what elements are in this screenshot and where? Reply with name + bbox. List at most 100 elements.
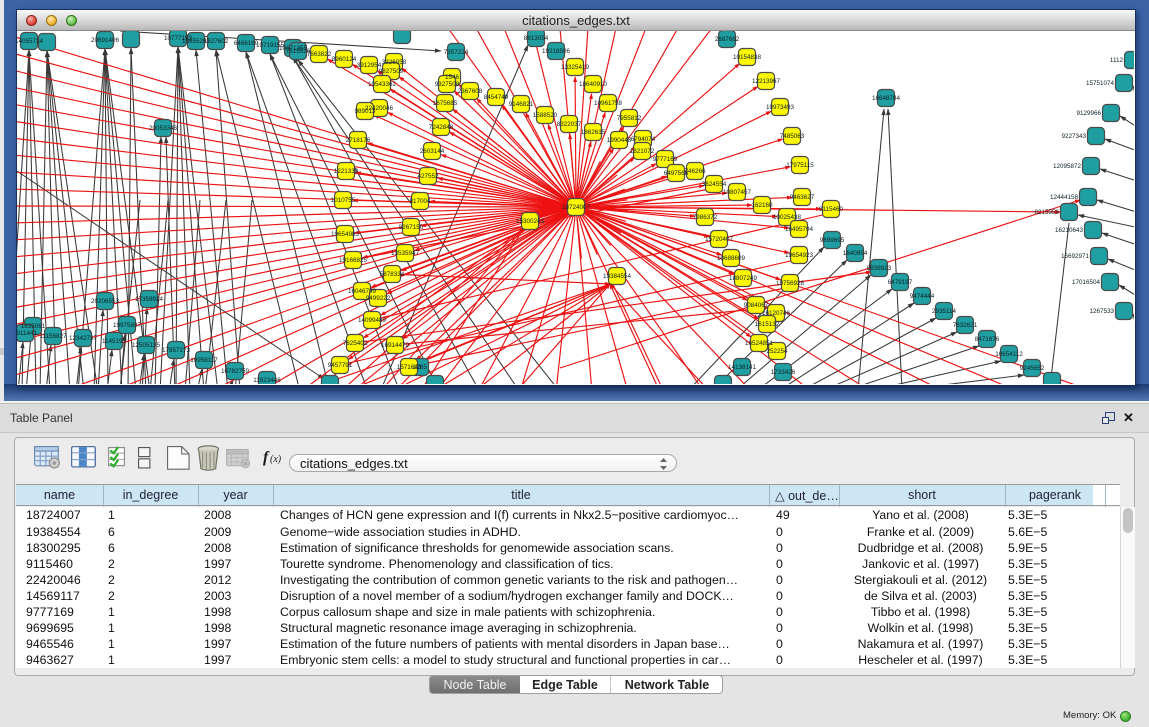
svg-text:9327508: 9327508	[435, 81, 460, 88]
svg-text:8938923: 8938923	[867, 265, 892, 272]
svg-text:9827509: 9827509	[379, 68, 404, 75]
svg-text:10961758: 10961758	[594, 100, 623, 107]
svg-text:15751074: 15751074	[1086, 80, 1115, 87]
svg-text:12213967: 12213967	[752, 78, 781, 85]
svg-text:16524851: 16524851	[745, 340, 774, 347]
svg-text:1267533: 1267533	[1089, 308, 1114, 315]
svg-text:9129966: 9129966	[1076, 110, 1101, 117]
svg-text:17975115: 17975115	[786, 162, 814, 169]
svg-text:20691406: 20691406	[91, 37, 120, 44]
svg-text:14055714: 14055714	[17, 38, 43, 45]
svg-text:12505135: 12505135	[132, 342, 161, 349]
svg-text:19654983: 19654983	[331, 231, 360, 238]
svg-text:7955812: 7955812	[617, 115, 642, 122]
svg-text:17359924: 17359924	[135, 296, 164, 303]
svg-text:2935114: 2935114	[932, 308, 957, 315]
svg-text:7632621: 7632621	[953, 322, 978, 329]
svg-text:11923446: 11923446	[253, 377, 281, 384]
svg-text:19756928: 19756928	[776, 280, 805, 287]
svg-text:1546: 1546	[445, 74, 460, 81]
svg-text:9457791: 9457791	[328, 362, 353, 369]
svg-text:252254: 252254	[766, 348, 788, 355]
svg-text:1862615: 1862615	[581, 129, 606, 136]
svg-text:1588520: 1588520	[533, 112, 558, 119]
svg-text:(x): (x)	[270, 454, 282, 465]
svg-text:1835061: 1835061	[21, 323, 46, 330]
svg-text:2603144: 2603144	[420, 148, 445, 155]
svg-text:162160: 162160	[751, 202, 773, 209]
svg-text:15692971: 15692971	[1061, 253, 1090, 260]
svg-text:17016504: 17016504	[1072, 279, 1101, 286]
svg-text:9146821: 9146821	[509, 101, 534, 108]
svg-text:10807457: 10807457	[723, 189, 752, 196]
svg-text:8454749: 8454749	[484, 94, 509, 101]
svg-text:1821072: 1821072	[630, 148, 655, 155]
svg-text:13535947: 13535947	[391, 250, 420, 257]
svg-text:12342737: 12342737	[69, 335, 98, 342]
svg-text:f: f	[263, 449, 270, 466]
svg-text:15300243: 15300243	[516, 218, 545, 225]
svg-text:10958117: 10958117	[190, 357, 218, 364]
svg-text:20206553: 20206553	[91, 298, 120, 305]
svg-text:16046799: 16046799	[348, 288, 377, 295]
svg-text:13325419: 13325419	[561, 64, 590, 71]
svg-text:7242848: 7242848	[429, 124, 454, 131]
svg-text:16782759: 16782759	[221, 368, 250, 375]
svg-text:9227343: 9227343	[1061, 133, 1086, 140]
svg-text:20053346: 20053346	[149, 125, 178, 132]
svg-text:3624554: 3624554	[702, 181, 727, 188]
svg-text:8267150: 8267150	[399, 224, 424, 231]
svg-text:8322037: 8322037	[557, 121, 582, 128]
svg-text:1640954: 1640954	[843, 250, 868, 257]
svg-text:1145195: 1145195	[102, 338, 127, 345]
svg-text:1527602: 1527602	[204, 38, 229, 45]
svg-text:8960124: 8960124	[332, 56, 357, 63]
svg-text:7663822: 7663822	[307, 51, 332, 58]
svg-text:1733426: 1733426	[771, 369, 796, 376]
svg-text:2367608: 2367608	[458, 88, 483, 95]
svg-text:746266: 746266	[684, 168, 706, 175]
svg-text:17957273: 17957273	[162, 347, 191, 354]
svg-text:9777169: 9777169	[653, 156, 678, 163]
svg-text:9245652: 9245652	[1020, 365, 1045, 372]
svg-text:7357224: 7357224	[444, 49, 469, 56]
svg-text:12095872: 12095872	[1053, 163, 1082, 170]
svg-text:817004: 817004	[409, 198, 431, 205]
svg-text:16120746: 16120746	[762, 310, 791, 317]
svg-text:19166825: 19166825	[339, 257, 368, 264]
svg-text:14099489: 14099489	[358, 317, 387, 324]
svg-text:16210643: 16210643	[1055, 227, 1084, 234]
svg-text:9474444: 9474444	[910, 293, 935, 300]
svg-text:9499222: 9499222	[366, 295, 391, 302]
svg-text:19384554: 19384554	[603, 273, 632, 280]
svg-text:12444158: 12444158	[1050, 194, 1079, 201]
svg-text:2687682: 2687682	[715, 36, 740, 43]
svg-text:6794074: 6794074	[631, 136, 656, 143]
svg-text:10543362: 10543362	[368, 81, 397, 88]
svg-text:9115460: 9115460	[819, 206, 844, 213]
svg-text:18724007: 18724007	[562, 204, 591, 211]
svg-text:989013: 989013	[354, 108, 376, 115]
svg-text:10688609: 10688609	[717, 255, 746, 262]
svg-text:3911441: 3911441	[17, 330, 38, 337]
svg-text:15720407: 15720407	[705, 236, 734, 243]
svg-text:9699695: 9699695	[820, 237, 845, 244]
svg-text:19218506: 19218506	[542, 48, 571, 55]
svg-text:1990448: 1990448	[607, 137, 632, 144]
svg-text:18640910: 18640910	[579, 81, 608, 88]
svg-text:8215956: 8215956	[1034, 209, 1059, 216]
svg-text:10973493: 10973493	[766, 104, 795, 111]
svg-text:16914479: 16914479	[381, 342, 410, 349]
svg-text:16495794: 16495794	[785, 226, 814, 233]
svg-text:8813054: 8813054	[524, 35, 549, 42]
svg-text:427552: 427552	[417, 173, 439, 180]
svg-text:1010755: 1010755	[331, 197, 356, 204]
svg-text:19975887: 19975887	[113, 322, 142, 329]
svg-text:7986372: 7986372	[693, 214, 718, 221]
svg-text:9084067: 9084067	[744, 302, 769, 309]
svg-text:8471676: 8471676	[975, 336, 1000, 343]
svg-text:1675685: 1675685	[433, 100, 458, 107]
svg-text:11156827: 11156827	[39, 333, 67, 340]
svg-text:10154838: 10154838	[733, 54, 762, 61]
svg-text:7625402: 7625402	[343, 340, 368, 347]
